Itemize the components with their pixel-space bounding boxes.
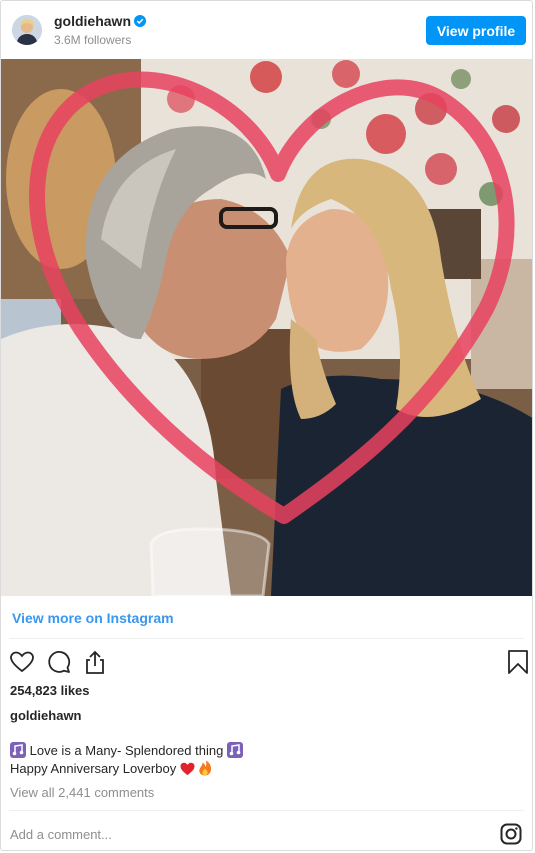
follower-count: 3.6M followers (54, 33, 132, 47)
action-bar (9, 649, 529, 675)
bookmark-icon[interactable] (505, 649, 531, 675)
divider (9, 638, 524, 639)
avatar[interactable] (12, 15, 42, 45)
red-heart-icon (180, 762, 195, 776)
post-header: goldiehawn 3.6M followers View profile (1, 1, 532, 59)
caption-text-1: Love is a Many- Splendored thing (29, 743, 224, 758)
add-comment-field[interactable]: Add a comment... (10, 827, 112, 842)
caption-line-2: Happy Anniversary Loverboy (10, 760, 243, 778)
instagram-embed: goldiehawn 3.6M followers View profile V… (0, 0, 533, 851)
view-more-link[interactable]: View more on Instagram (12, 610, 174, 626)
instagram-logo-icon[interactable] (500, 823, 522, 845)
view-all-comments-link[interactable]: View all 2,441 comments (10, 785, 154, 800)
caption-text-2: Happy Anniversary Loverboy (10, 761, 177, 776)
verified-badge-icon (134, 15, 146, 27)
view-profile-button[interactable]: View profile (426, 16, 526, 45)
share-icon[interactable] (82, 649, 108, 675)
musical-notes-icon (10, 742, 26, 758)
comment-icon[interactable] (46, 649, 72, 675)
caption-username[interactable]: goldiehawn (10, 708, 82, 723)
heart-icon[interactable] (9, 649, 35, 675)
divider (9, 810, 524, 811)
caption-line-1: Love is a Many- Splendored thing (10, 742, 243, 760)
post-caption: Love is a Many- Splendored thing Happy A… (10, 742, 243, 778)
post-photo[interactable] (1, 59, 532, 596)
username-text[interactable]: goldiehawn (54, 13, 131, 29)
photo-image (1, 59, 532, 596)
like-count[interactable]: 254,823 likes (10, 683, 90, 698)
header-username[interactable]: goldiehawn (54, 13, 146, 29)
musical-notes-icon (226, 742, 243, 758)
fire-icon (199, 760, 212, 776)
